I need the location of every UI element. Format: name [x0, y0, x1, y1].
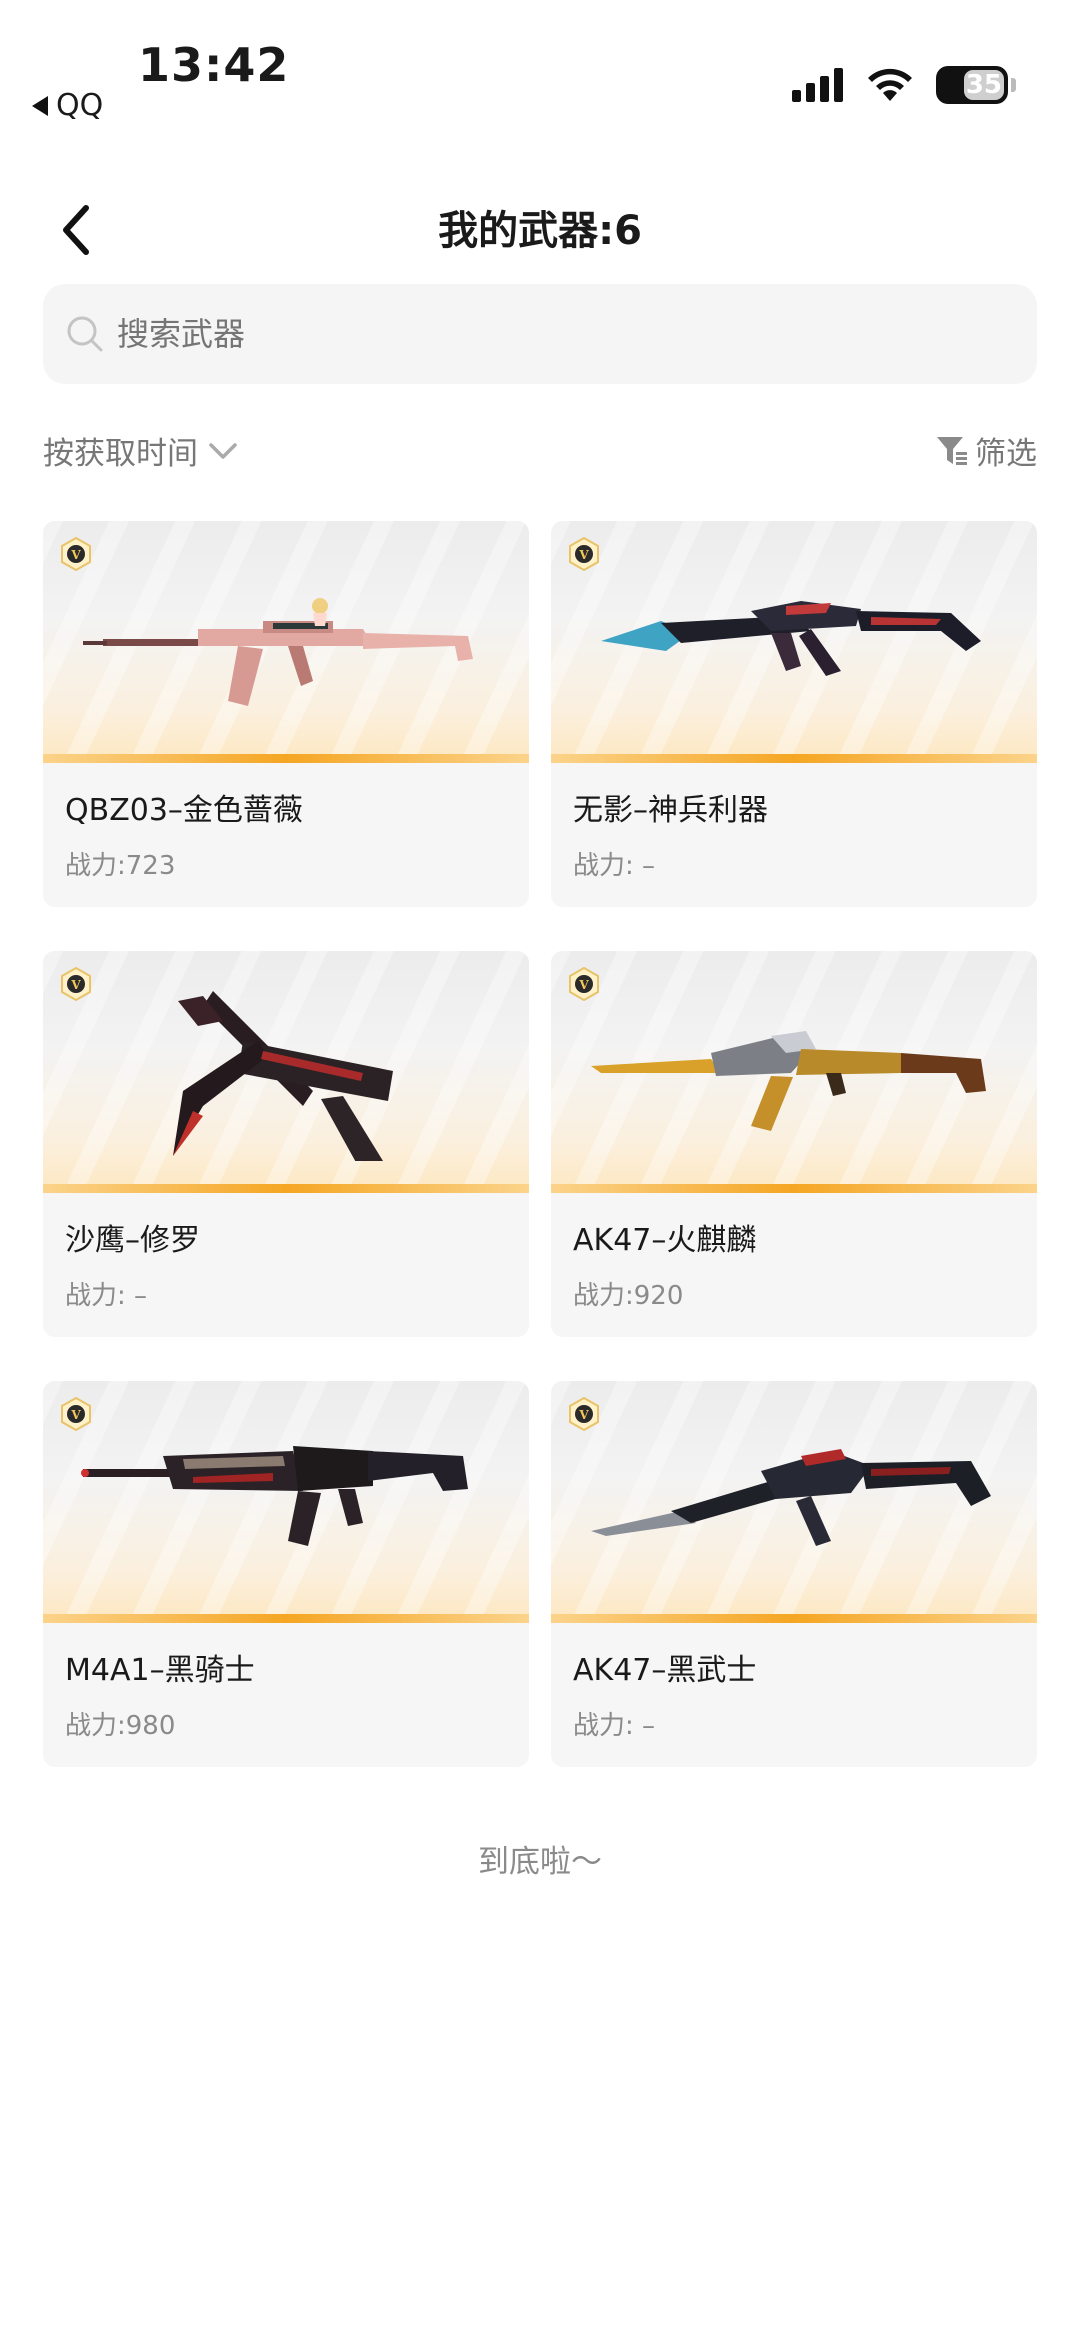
rifle-icon [601, 601, 981, 676]
weapon-grid: V QBZ03–金色蔷薇 战力:723 V 无影–神兵利器 战力: – V 沙鹰… [43, 521, 1037, 1767]
rarity-bar [43, 1184, 529, 1193]
weapon-power: 战力:723 [65, 851, 176, 881]
weapon-power: 战力:980 [65, 1711, 176, 1741]
end-of-list-text: 到底啦～ [478, 1844, 602, 1880]
weapon-name: M4A1–黑骑士 [65, 1653, 255, 1688]
weapon-image: V [43, 1381, 529, 1623]
back-arrow-icon [32, 95, 48, 116]
nav-bar: 我的武器:6 [0, 180, 1080, 270]
weapon-power: 战力:920 [573, 1281, 684, 1311]
weapon-card[interactable]: V 沙鹰–修罗 战力: – [43, 951, 529, 1337]
battery-cap [1011, 78, 1016, 92]
rarity-bar [551, 754, 1037, 763]
back-app-label: QQ [56, 88, 104, 123]
rifle-icon [591, 1449, 991, 1546]
status-bar: 13:42 QQ 35 [0, 0, 1080, 150]
weapon-power: 战力: – [65, 1281, 148, 1311]
weapon-image: V [551, 1381, 1037, 1623]
weapon-card[interactable]: V QBZ03–金色蔷薇 战力:723 [43, 521, 529, 907]
weapon-name: 无影–神兵利器 [573, 793, 768, 828]
rarity-bar [551, 1614, 1037, 1623]
sort-dropdown[interactable]: 按获取时间 [43, 428, 238, 473]
pistol-icon [173, 991, 393, 1161]
weapon-card[interactable]: V AK47–黑武士 战力: – [551, 1381, 1037, 1767]
battery-indicator: 35 [936, 66, 1008, 104]
chevron-down-icon [209, 442, 237, 459]
rarity-bar [43, 1614, 529, 1623]
filter-label: 筛选 [975, 436, 1037, 472]
signal-icon [792, 68, 843, 102]
weapon-card[interactable]: V AK47–火麒麟 战力:920 [551, 951, 1037, 1337]
system-icons: 35 [792, 66, 1016, 104]
weapon-image: V [551, 521, 1037, 763]
weapon-power: 战力: – [573, 1711, 656, 1741]
weapon-card[interactable]: V 无影–神兵利器 战力: – [551, 521, 1037, 907]
status-time: 13:42 [138, 38, 290, 92]
search-input[interactable] [117, 315, 997, 353]
weapon-name: QBZ03–金色蔷薇 [65, 793, 303, 828]
battery-percent: 35 [965, 70, 1002, 100]
weapon-image: V [43, 951, 529, 1193]
rarity-bar [43, 754, 529, 763]
rarity-bar [551, 1184, 1037, 1193]
filter-button[interactable]: 筛选 [935, 428, 1037, 473]
weapon-image: V [551, 951, 1037, 1193]
search-bar[interactable] [43, 284, 1037, 384]
weapon-power: 战力: – [573, 851, 656, 881]
filter-icon [937, 436, 967, 465]
rifle-icon [83, 598, 473, 706]
weapon-card[interactable]: V M4A1–黑骑士 战力:980 [43, 1381, 529, 1767]
weapon-name: AK47–火麒麟 [573, 1223, 757, 1258]
wifi-icon [868, 68, 912, 101]
back-to-app-link[interactable]: QQ [32, 88, 103, 123]
rifle-icon [591, 1031, 986, 1131]
page-title: 我的武器:6 [438, 208, 642, 254]
sort-label: 按获取时间 [43, 436, 198, 472]
rifle-icon [81, 1446, 468, 1546]
weapon-name: 沙鹰–修罗 [65, 1223, 200, 1258]
weapon-name: AK47–黑武士 [573, 1653, 757, 1688]
search-icon [67, 316, 103, 352]
weapon-image: V [43, 521, 529, 763]
